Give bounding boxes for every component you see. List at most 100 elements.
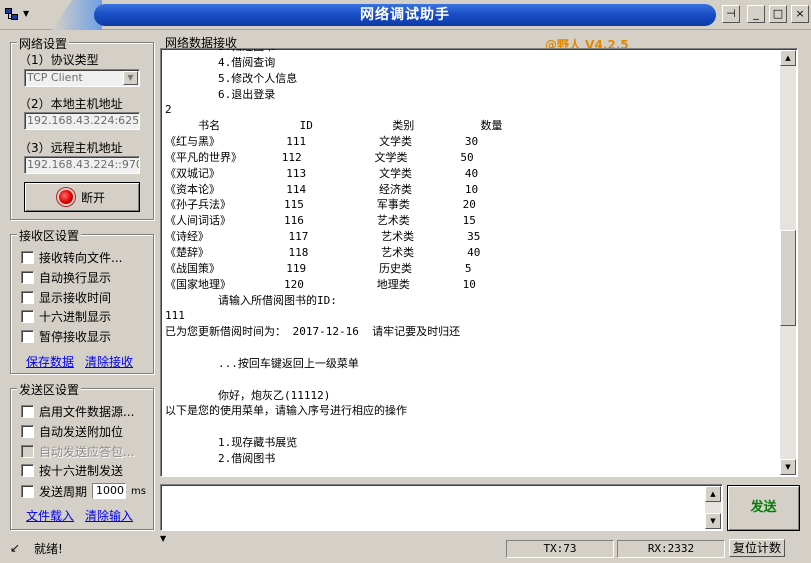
scroll-down-button[interactable]: ▼	[705, 513, 721, 529]
protocol-select[interactable]: TCP Client ▼	[24, 69, 140, 87]
auto-wrap-checkbox[interactable]: 自动换行显示	[21, 269, 111, 285]
checkbox-box[interactable]	[21, 404, 34, 418]
send-button[interactable]: 发送	[727, 485, 800, 531]
checkbox-box[interactable]	[21, 329, 34, 343]
checkbox-label: 自动发送附加位	[39, 424, 124, 439]
network-settings-group: 网络设置 （1）协议类型 TCP Client ▼ （2）本地主机地址 192.…	[10, 35, 154, 220]
receive-to-file-checkbox[interactable]: 接收转向文件...	[21, 249, 122, 265]
received-line: 《资本论》 114 经济类 10	[165, 182, 479, 196]
maximize-button[interactable]: □	[769, 5, 787, 23]
scroll-down-button[interactable]: ▼	[780, 459, 796, 475]
checkbox-box[interactable]	[21, 484, 34, 498]
chevron-up-icon: ▲	[785, 54, 791, 62]
received-line: 请输入所借阅图书的ID:	[165, 293, 337, 307]
send-textarea[interactable]: ▲ ▼	[160, 484, 723, 531]
system-menu-button[interactable]: ▼	[4, 4, 46, 24]
checkbox-box[interactable]	[21, 424, 34, 438]
clear-receive-link[interactable]: 清除接收	[85, 353, 133, 370]
clear-input-link[interactable]: 清除输入	[85, 507, 133, 524]
received-line: 3.归还图书	[165, 49, 777, 55]
auto-reply-checkbox: 自动发送应答包...	[21, 443, 134, 459]
checkbox-label: 发送周期	[39, 484, 88, 499]
received-line: ...按回车键返回上一级菜单	[165, 356, 359, 370]
local-host-input[interactable]: 192.168.43.224:62579	[24, 112, 140, 130]
received-line: 1.现存藏书展览	[165, 436, 298, 450]
checkbox-box[interactable]	[21, 270, 34, 284]
disconnect-button-label: 断开	[80, 190, 105, 205]
hex-send-checkbox[interactable]: 按十六进制发送	[21, 462, 123, 478]
received-line	[165, 419, 777, 435]
checkbox-label: 显示接收时间	[39, 290, 112, 305]
scroll-thumb[interactable]	[780, 230, 796, 326]
period-unit: ms	[131, 485, 146, 497]
checkbox-label: 接收转向文件...	[39, 250, 123, 265]
checkbox-box[interactable]	[21, 290, 34, 304]
chevron-down-icon[interactable]: ▼	[160, 534, 166, 543]
received-line: 《国家地理》 120 地理类 10	[165, 277, 476, 291]
protocol-type-label: （1）协议类型	[19, 53, 99, 67]
minimize-button[interactable]: _	[747, 5, 765, 23]
network-settings-label: 网络设置	[17, 35, 70, 52]
send-period-input[interactable]: 1000	[92, 483, 127, 499]
received-line: 以下是您的使用菜单，请输入序号进行相应的操作	[165, 404, 407, 418]
local-host-label: （2）本地主机地址	[19, 97, 123, 111]
send-period-checkbox[interactable]: 发送周期 1000 ms	[21, 483, 146, 499]
receive-scrollbar[interactable]: ▲ ▼	[780, 50, 796, 475]
close-button[interactable]: ×	[791, 5, 809, 23]
received-line: 6.退出登录	[165, 87, 276, 101]
save-data-link[interactable]: 保存数据	[26, 353, 74, 370]
received-line: 《双城记》 113 文学类 40	[165, 166, 479, 180]
chevron-down-icon[interactable]: ▼	[123, 71, 138, 85]
checkbox-label: 十六进制显示	[39, 309, 112, 324]
received-line: 你好，炮灰乙(11112)	[165, 388, 331, 402]
window-title: 网络调试助手	[94, 4, 716, 26]
receive-settings-group: 接收区设置 接收转向文件... 自动换行显示 显示接收时间 十六进制显示 暂停接…	[10, 227, 154, 374]
received-line: 4.借阅查询	[165, 55, 276, 69]
send-scrollbar[interactable]: ▲ ▼	[705, 486, 721, 529]
tx-counter: TX:73	[506, 540, 614, 558]
minimize-icon: _	[753, 7, 759, 20]
file-load-link[interactable]: 文件载入	[26, 507, 74, 524]
pin-button[interactable]: ⊣	[722, 5, 740, 23]
scroll-up-button[interactable]: ▲	[780, 50, 796, 66]
received-line: 《诗经》 117 艺术类 35	[165, 230, 481, 244]
show-receive-time-checkbox[interactable]: 显示接收时间	[21, 289, 111, 305]
chevron-up-icon: ▲	[710, 490, 716, 498]
received-line: 2	[165, 103, 172, 117]
received-line: 已为您更新借阅时间为： 2017-12-16 请牢记要及时归还	[165, 325, 461, 339]
received-line: 2.借阅图书	[165, 451, 276, 465]
received-line: 书名 ID 类别 数量	[165, 119, 503, 133]
checkbox-label: 暂停接收显示	[39, 329, 112, 344]
send-settings-label: 发送区设置	[17, 381, 82, 398]
hex-display-checkbox[interactable]: 十六进制显示	[21, 308, 111, 324]
received-line: 《红与黑》 111 文学类 30	[165, 135, 479, 149]
checkbox-box[interactable]	[21, 309, 34, 323]
receive-settings-label: 接收区设置	[17, 227, 82, 244]
chevron-down-icon: ▼	[710, 517, 716, 525]
pin-icon: ⊣	[726, 7, 736, 20]
checkbox-box[interactable]	[21, 250, 34, 264]
received-line: 《平凡的世界》 112 文学类 50	[165, 150, 474, 164]
file-data-source-checkbox[interactable]: 启用文件数据源...	[21, 403, 134, 419]
remote-host-input[interactable]: 192.168.43.224::9700	[24, 156, 140, 174]
checkbox-label: 自动发送应答包...	[39, 444, 135, 459]
close-icon: ×	[795, 7, 805, 20]
received-data-text: 3.归还图书 4.借阅查询 5.修改个人信息 6.退出登录 2 书名 ID 类别 …	[165, 49, 777, 467]
remote-host-label: （3）远程主机地址	[19, 141, 123, 155]
status-bar: ↙ 就绪! ▼ TX:73 RX:2332	[0, 534, 811, 563]
connection-indicator-icon	[58, 190, 73, 204]
reset-counter-button[interactable]: 复位计数	[729, 539, 785, 557]
checkbox-box	[21, 444, 34, 458]
maximize-icon: □	[772, 7, 784, 20]
scroll-up-button[interactable]: ▲	[705, 486, 721, 502]
pause-display-checkbox[interactable]: 暂停接收显示	[21, 328, 111, 344]
received-line: 111	[165, 309, 185, 323]
network-app-icon	[4, 6, 20, 22]
rx-counter: RX:2332	[617, 540, 725, 558]
disconnect-button[interactable]: 断开	[24, 182, 140, 212]
receive-textarea[interactable]: 3.归还图书 4.借阅查询 5.修改个人信息 6.退出登录 2 书名 ID 类别 …	[160, 48, 798, 477]
checkbox-box[interactable]	[21, 463, 34, 477]
chevron-down-icon: ▼	[785, 463, 791, 471]
auto-append-checkbox[interactable]: 自动发送附加位	[21, 423, 123, 439]
ready-status-icon: ↙	[10, 541, 21, 555]
